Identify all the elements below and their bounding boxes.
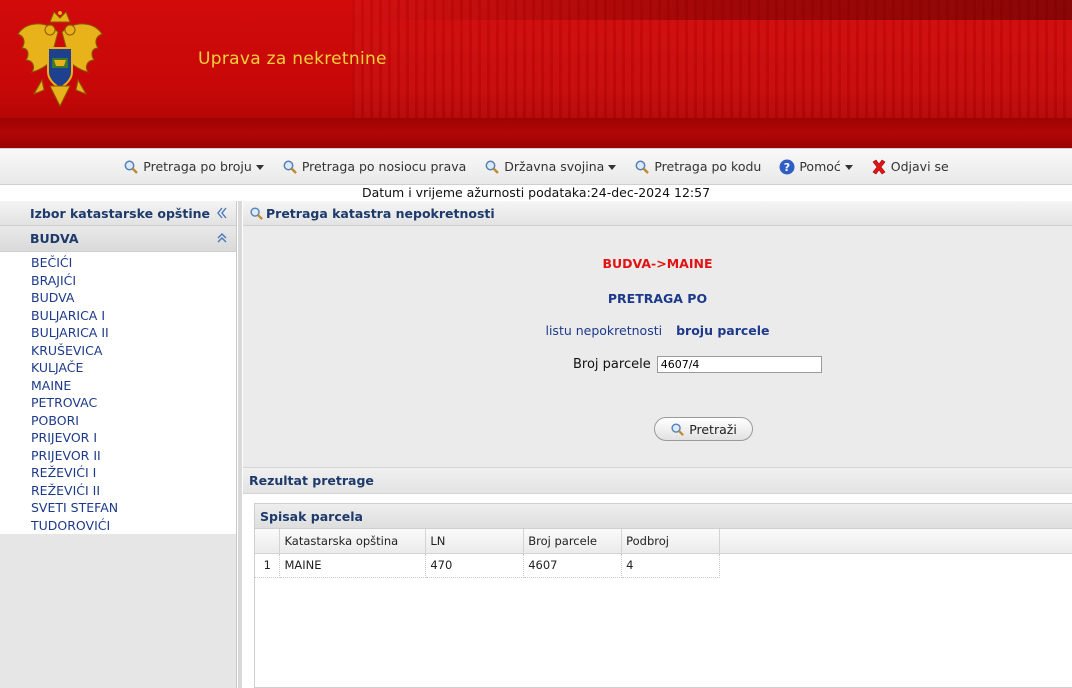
search-button-label: Pretraži xyxy=(689,421,737,437)
column-header-parcel-number[interactable]: Broj parcele xyxy=(523,529,623,554)
option-property-list[interactable]: listu nepokretnosti xyxy=(545,323,662,338)
sidebar-item[interactable]: TUDOROVIĆI xyxy=(0,517,236,535)
group-label: BUDVA xyxy=(30,231,79,246)
header-band xyxy=(0,118,1072,148)
cell-parcel-number: 4607 xyxy=(523,553,623,578)
cell-municipality: MAINE xyxy=(279,553,427,578)
sidebar-group-budva[interactable]: BUDVA xyxy=(0,226,236,252)
search-panel-header: Pretraga katastra nepokretnosti xyxy=(243,201,1072,226)
parcel-list-title: Spisak parcela xyxy=(260,508,363,524)
help-icon: ? xyxy=(779,159,795,174)
main-content: Pretraga katastra nepokretnosti BUDVA->M… xyxy=(243,201,1072,688)
sidebar-item[interactable]: MAINE xyxy=(0,377,236,395)
sidebar-item[interactable]: BULJARICA I xyxy=(0,307,236,325)
parcel-list-header: Spisak parcela xyxy=(255,504,1072,529)
search-icon xyxy=(283,160,297,174)
row-index: 1 xyxy=(255,553,281,578)
sidebar-item[interactable]: PRIJEVOR I xyxy=(0,429,236,447)
menu-label: Pomoć xyxy=(799,159,841,174)
search-form: BUDVA->MAINE PRETRAGA PO listu nepokretn… xyxy=(243,226,1072,468)
parcel-field-row: Broj parcele xyxy=(573,356,822,373)
column-header-municipality[interactable]: Katastarska opština xyxy=(279,529,427,554)
chevron-down-icon xyxy=(255,164,264,170)
svg-text:?: ? xyxy=(784,161,790,174)
chevron-down-icon xyxy=(844,164,853,170)
menu-label: Odjavi se xyxy=(890,159,949,174)
cell-ln: 470 xyxy=(425,553,525,578)
sidebar-item[interactable]: BEČIĆI xyxy=(0,254,236,272)
data-update-timestamp: Datum i vrijeme ažurnosti podataka:24-de… xyxy=(361,185,711,200)
table-header-row: Katastarska opština LN Broj parcele Podb… xyxy=(255,529,1072,554)
municipality-list: BEČIĆI BRAJIĆI BUDVA BULJARICA I BULJARI… xyxy=(0,252,236,534)
breadcrumb: BUDVA->MAINE xyxy=(602,256,713,271)
results-body: Spisak parcela Katastarska opština LN Br… xyxy=(243,494,1072,688)
panel-title: Pretraga katastra nepokretnosti xyxy=(266,205,495,221)
site-title: Uprava za nekretnine xyxy=(198,49,387,69)
column-header-subnumber[interactable]: Podbroj xyxy=(621,529,721,554)
sidebar-title: Izbor katastarske opštine xyxy=(30,205,211,221)
sidebar-item[interactable]: BRAJIĆI xyxy=(0,272,236,290)
option-parcel-number[interactable]: broju parcele xyxy=(676,323,769,338)
results-header: Rezultat pretrage xyxy=(243,468,1072,494)
menu-search-by-code[interactable]: Pretraga po kodu xyxy=(625,159,770,175)
search-icon xyxy=(485,160,500,174)
search-icon xyxy=(671,422,685,436)
sidebar-item[interactable]: BULJARICA II xyxy=(0,324,236,342)
collapse-left-icon[interactable] xyxy=(215,206,229,220)
main-menu: Pretraga po broju Pretraga po nosiocu pr… xyxy=(0,148,1072,185)
chevron-down-icon xyxy=(608,164,617,170)
menu-label: Pretraga po kodu xyxy=(654,159,762,174)
cell-subnumber: 4 xyxy=(621,553,721,578)
sidebar-header: Izbor katastarske opštine xyxy=(0,201,236,226)
menu-label: Pretraga po broju xyxy=(143,159,252,174)
column-header-ln[interactable]: LN xyxy=(425,529,525,554)
site-header: Uprava za nekretnine xyxy=(0,0,1072,148)
sidebar-item[interactable]: POBORI xyxy=(0,412,236,430)
sidebar-item[interactable]: PRIJEVOR II xyxy=(0,447,236,465)
parcel-list-panel: Spisak parcela Katastarska opština LN Br… xyxy=(254,503,1072,688)
menu-search-by-number[interactable]: Pretraga po broju xyxy=(114,159,273,175)
sidebar-item[interactable]: SVETI STEFAN xyxy=(0,499,236,517)
search-icon xyxy=(250,206,263,220)
search-by-label: PRETRAGA PO xyxy=(607,291,708,306)
collapse-up-icon[interactable] xyxy=(216,232,228,244)
search-icon xyxy=(124,160,139,174)
search-button[interactable]: Pretraži xyxy=(654,417,753,441)
sidebar-item[interactable]: REŽEVIĆI I xyxy=(0,464,236,482)
table-row[interactable]: 1 MAINE 470 4607 4 xyxy=(255,553,1072,578)
sidebar-item[interactable]: PETROVAC xyxy=(0,394,236,412)
coat-of-arms-icon xyxy=(17,11,103,108)
splitter[interactable] xyxy=(238,201,242,688)
logout-icon xyxy=(872,159,886,174)
column-header-index xyxy=(255,529,281,554)
menu-label: Pretraga po nosiocu prava xyxy=(301,159,467,174)
menu-label: Državna svojina xyxy=(504,159,605,174)
parcel-field-label: Broj parcele xyxy=(573,357,651,372)
municipality-sidebar: Izbor katastarske opštine BUDVA BEČIĆI B… xyxy=(0,201,237,688)
menu-search-by-owner[interactable]: Pretraga po nosiocu prava xyxy=(273,159,475,175)
search-options: listu nepokretnosti broju parcele xyxy=(243,323,1072,338)
sidebar-item[interactable]: KULJAČE xyxy=(0,359,236,377)
column-header-filler xyxy=(719,529,1072,554)
parcel-number-input[interactable] xyxy=(656,356,822,373)
menu-state-property[interactable]: Državna svojina xyxy=(475,159,625,175)
search-icon xyxy=(635,160,650,174)
menu-help[interactable]: ? Pomoć xyxy=(770,159,861,175)
header-shade xyxy=(360,0,1072,20)
sidebar-item[interactable]: KRUŠEVICA xyxy=(0,342,236,360)
sidebar-item[interactable]: REŽEVIĆI II xyxy=(0,482,236,500)
menu-logout[interactable]: Odjavi se xyxy=(862,159,958,175)
results-title: Rezultat pretrage xyxy=(249,473,374,488)
parcel-table: Katastarska opština LN Broj parcele Podb… xyxy=(255,529,1072,578)
sidebar-item[interactable]: BUDVA xyxy=(0,289,236,307)
